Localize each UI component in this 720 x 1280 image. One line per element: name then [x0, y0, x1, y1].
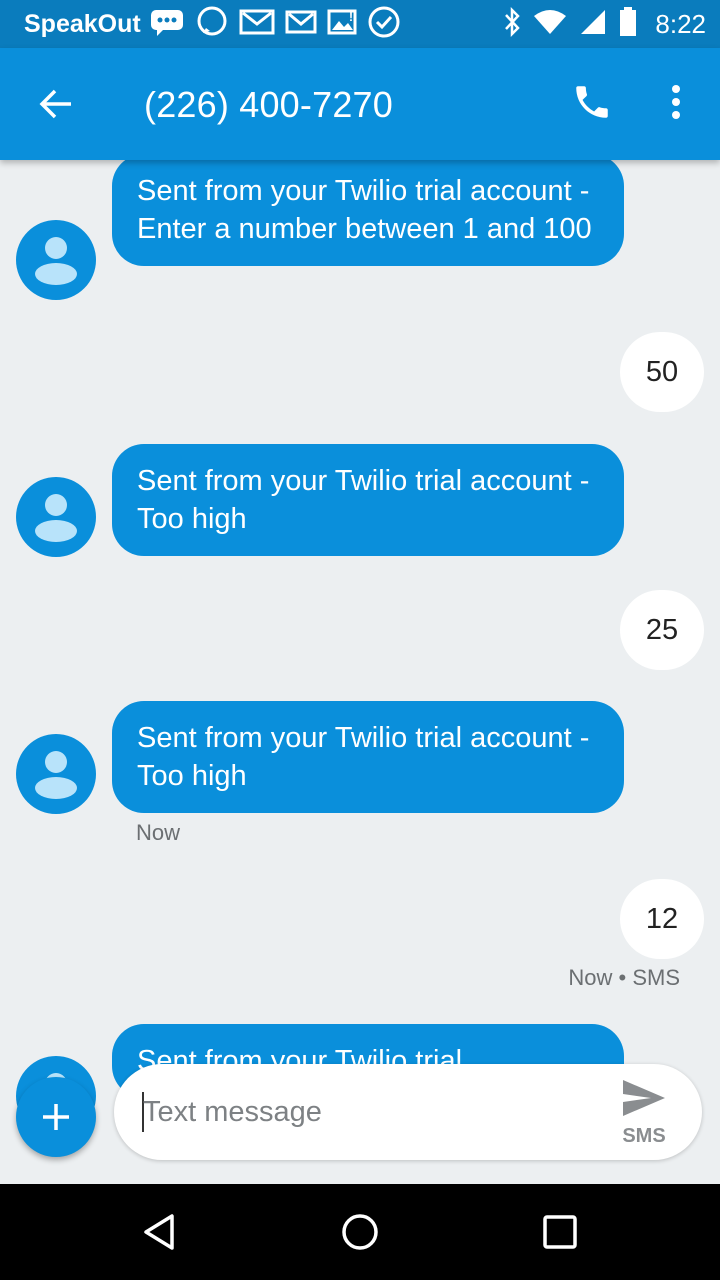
notification-icons: !: [149, 5, 401, 44]
contact-avatar[interactable]: [16, 477, 96, 557]
message-input-placeholder: Text message: [143, 1096, 322, 1128]
contact-avatar[interactable]: [16, 220, 96, 300]
outgoing-message[interactable]: 50: [620, 332, 704, 412]
send-icon: [621, 1078, 667, 1123]
message-timestamp: Now: [136, 820, 181, 845]
person-icon-body: [35, 520, 77, 542]
system-icons: 8:22: [503, 6, 706, 42]
send-button[interactable]: SMS: [608, 1078, 680, 1148]
bluetooth-icon: [503, 6, 521, 42]
recents-square-icon[interactable]: [536, 1208, 584, 1256]
message-thread[interactable]: Sent from your Twilio trial account - En…: [0, 160, 720, 1184]
person-icon-body: [35, 777, 77, 799]
conversation-toolbar: (226) 400-7270: [0, 48, 720, 160]
incoming-message[interactable]: Sent from your Twilio trial account - To…: [112, 701, 624, 813]
clock: 8:22: [655, 8, 706, 39]
phone-icon[interactable]: [568, 78, 616, 126]
arrow-back-icon[interactable]: [34, 82, 78, 126]
navigation-bar: [0, 1184, 720, 1280]
home-circle-icon[interactable]: [336, 1208, 384, 1256]
compose-bar: Text message SMS: [0, 1052, 720, 1184]
status-bar: SpeakOut ! 8:22: [0, 0, 720, 48]
svg-text:!: !: [349, 10, 353, 24]
chat-bubble-icon: [149, 7, 185, 42]
outgoing-message[interactable]: 12: [620, 879, 704, 959]
gmail-icon: [239, 8, 275, 41]
image-icon: !: [327, 7, 357, 42]
back-triangle-icon[interactable]: [136, 1208, 184, 1256]
battery-icon: [619, 6, 637, 42]
person-icon: [45, 751, 67, 773]
messenger-icon: [195, 5, 229, 44]
incoming-message[interactable]: Sent from your Twilio trial account - To…: [112, 444, 624, 556]
send-mode-label: SMS: [622, 1125, 666, 1147]
incoming-message[interactable]: Sent from your Twilio trial account - En…: [112, 160, 624, 266]
plus-icon[interactable]: [16, 1077, 96, 1157]
message-input[interactable]: Text message SMS: [114, 1064, 702, 1160]
check-circle-icon: [367, 5, 401, 44]
contact-title: (226) 400-7270: [144, 84, 393, 125]
person-icon: [45, 237, 67, 259]
contact-avatar[interactable]: [16, 734, 96, 814]
more-vert-icon[interactable]: [660, 78, 692, 126]
outgoing-message[interactable]: 25: [620, 590, 704, 670]
gmail-icon: [285, 8, 317, 41]
person-icon: [45, 494, 67, 516]
wifi-icon: [533, 8, 567, 41]
message-timestamp: Now • SMS: [568, 965, 680, 990]
signal-icon: [579, 8, 607, 41]
person-icon-body: [35, 263, 77, 285]
carrier-name: SpeakOut: [24, 9, 141, 38]
